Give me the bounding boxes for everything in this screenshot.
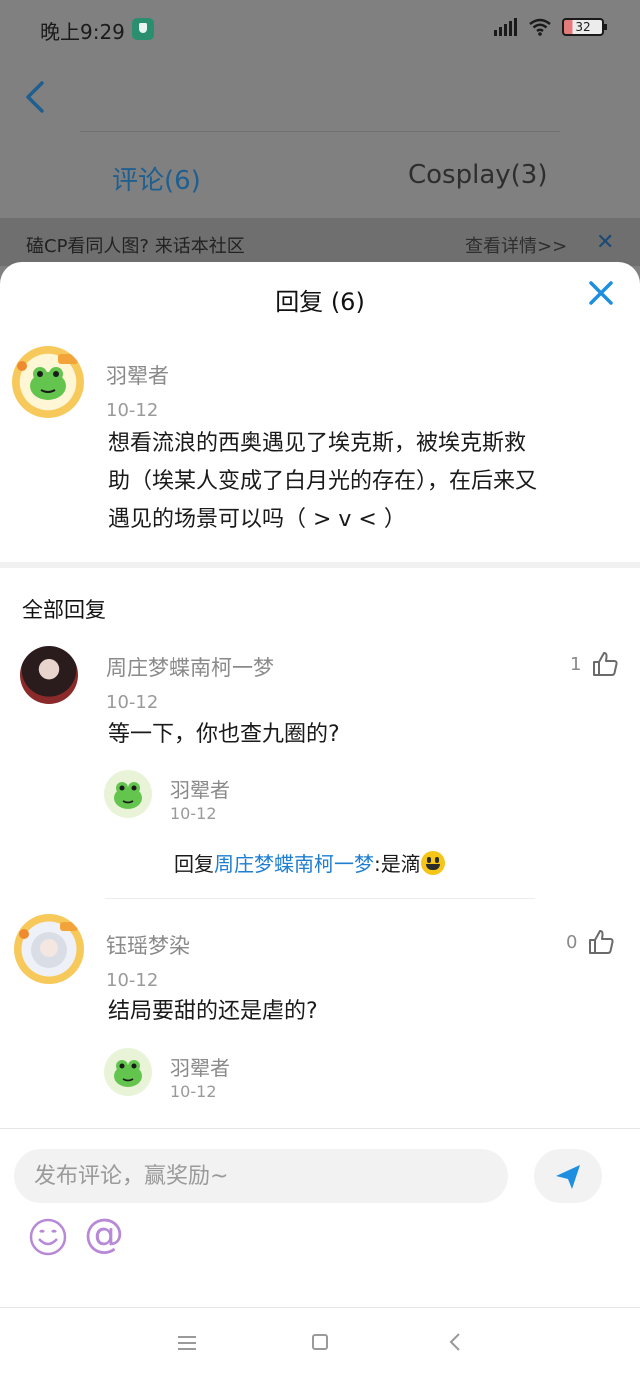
shield-icon — [132, 18, 154, 40]
frog-avatar-icon — [17, 354, 78, 400]
reply-sheet: 回复 (6) 羽翚者 10-12 想看流浪的西奥遇见了埃克斯，被埃克斯救 助（埃… — [0, 262, 640, 1387]
system-nav-bar — [0, 1308, 640, 1387]
sub-reply-text: 回复周庄梦蝶南柯一梦:是滴 — [174, 848, 445, 877]
battery-icon: 32 — [562, 18, 607, 36]
avatar[interactable] — [14, 914, 84, 984]
banner-close-icon[interactable]: ✕ — [596, 230, 614, 255]
status-icons: 32 — [494, 18, 607, 36]
promo-banner[interactable]: 磕CP看同人图? 来话本社区 查看详情>> — [0, 218, 640, 266]
reply-prefix: 回复 — [174, 852, 214, 876]
reply-date: 10-12 — [106, 692, 159, 713]
header-divider — [80, 131, 560, 132]
home-icon[interactable] — [312, 1334, 328, 1350]
like-count: 1 — [570, 653, 582, 675]
tab-comments[interactable]: 评论(6) — [112, 160, 201, 197]
menu-icon[interactable] — [178, 1336, 196, 1350]
frog-avatar-icon — [114, 782, 142, 809]
avatar[interactable] — [104, 1048, 152, 1096]
sub-reply-date: 10-12 — [170, 1082, 217, 1101]
signal-icon — [494, 18, 518, 36]
sheet-title: 回复 (6) — [275, 288, 365, 316]
nav-back-icon[interactable] — [448, 1332, 462, 1352]
comment-line: 遇见的场景可以吗（ > v < ） — [108, 507, 406, 532]
comment-line: 想看流浪的西奥遇见了埃克斯，被埃克斯救 — [108, 431, 527, 456]
mention-link[interactable]: 周庄梦蝶南柯一梦 — [214, 852, 374, 876]
sub-reply-author[interactable]: 羽翚者 — [170, 774, 230, 803]
thumb-up-icon — [593, 652, 619, 676]
thumb-up-icon — [589, 930, 615, 954]
status-time: 晚上9:29 — [40, 20, 125, 44]
reply-author[interactable]: 钰瑶梦染 — [106, 930, 190, 960]
reply-content: 等一下，你也查九圈的? — [108, 722, 340, 747]
comment-content: 想看流浪的西奥遇见了埃克斯，被埃克斯救 助（埃某人变成了白月光的存在），在后来又… — [108, 425, 537, 539]
sub-reply-author[interactable]: 羽翚者 — [170, 1052, 230, 1081]
reply-content: 结局要甜的还是虐的? — [108, 999, 318, 1024]
comment-composer: @ — [0, 1128, 640, 1308]
banner-details-link[interactable]: 查看详情>> — [465, 232, 567, 258]
sub-reply-body: :是滴 — [374, 852, 421, 876]
banner-text: 磕CP看同人图? 来话本社区 — [26, 236, 245, 257]
wifi-icon — [529, 18, 551, 36]
comment-author[interactable]: 羽翚者 — [106, 360, 169, 390]
avatar[interactable] — [12, 346, 84, 418]
sub-reply-date: 10-12 — [170, 804, 217, 823]
like-count: 0 — [566, 931, 578, 953]
send-button[interactable] — [534, 1149, 602, 1203]
back-icon[interactable] — [22, 80, 50, 114]
avatar[interactable] — [104, 770, 152, 818]
comment-line: 助（埃某人变成了白月光的存在），在后来又 — [108, 469, 538, 494]
at-mention-icon[interactable]: @ — [84, 1211, 124, 1257]
close-icon[interactable] — [586, 278, 616, 308]
reply-divider — [105, 898, 535, 899]
section-title: 全部回复 — [22, 598, 106, 622]
send-icon — [556, 1165, 580, 1189]
reply-author[interactable]: 周庄梦蝶南柯一梦 — [106, 652, 274, 682]
anime-avatar-icon — [19, 922, 78, 968]
reply-date: 10-12 — [106, 970, 159, 991]
section-divider — [0, 562, 640, 568]
frog-avatar-icon — [114, 1060, 142, 1087]
like-button[interactable]: 0 — [566, 928, 615, 956]
comment-date: 10-12 — [106, 400, 159, 421]
avatar[interactable] — [20, 646, 78, 704]
smiley-emoji-icon — [420, 851, 445, 875]
tab-cosplay[interactable]: Cosplay(3) — [408, 160, 547, 190]
emoji-icon[interactable] — [28, 1217, 68, 1257]
comment-input[interactable] — [14, 1149, 508, 1203]
status-bar: 晚上9:29 32 — [0, 0, 640, 60]
tab-bar: 评论(6) Cosplay(3) — [0, 150, 640, 204]
like-button[interactable]: 1 — [570, 650, 619, 678]
